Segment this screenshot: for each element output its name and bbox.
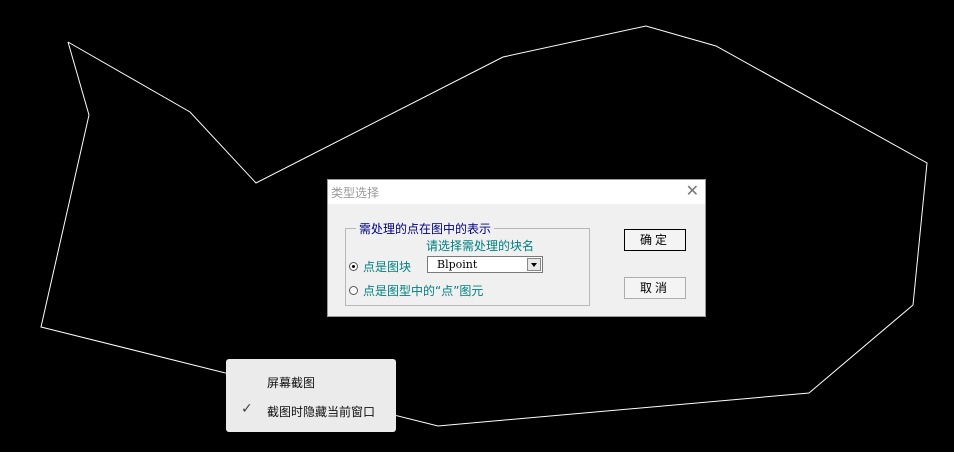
- dialog-title: 类型选择: [331, 186, 380, 200]
- checkmark-icon: ✓: [241, 401, 253, 417]
- radio-unchecked-icon[interactable]: [349, 286, 358, 295]
- radio-point-is-block[interactable]: 点是图块: [349, 258, 411, 275]
- block-name-hint: 请选择需处理的块名: [426, 239, 535, 253]
- group-title: 需处理的点在图中的表示: [356, 220, 495, 237]
- menu-item-screenshot[interactable]: 屏幕截图: [267, 374, 315, 391]
- dropdown-arrow-icon[interactable]: [527, 258, 541, 271]
- point-representation-group: 需处理的点在图中的表示 请选择需处理的块名 点是图块 Blpoint 点是图型中…: [345, 220, 590, 306]
- radio-block-label: 点是图块: [363, 260, 412, 274]
- block-name-select[interactable]: Blpoint: [427, 256, 543, 273]
- cancel-button[interactable]: 取消: [624, 277, 686, 299]
- ok-button[interactable]: 确定: [624, 229, 686, 251]
- radio-checked-icon[interactable]: [349, 262, 358, 271]
- dialog-titlebar[interactable]: 类型选择 ✕: [328, 180, 705, 204]
- block-name-value: Blpoint: [437, 258, 478, 271]
- menu-item-hide-window[interactable]: 截图时隐藏当前窗口: [267, 403, 375, 420]
- screenshot-context-menu: 屏幕截图 ✓ 截图时隐藏当前窗口: [226, 359, 396, 432]
- radio-point-label: 点是图型中的“点”图元: [363, 284, 484, 298]
- close-icon[interactable]: ✕: [686, 182, 699, 200]
- radio-point-is-point-entity[interactable]: 点是图型中的“点”图元: [349, 282, 483, 299]
- type-select-dialog: 类型选择 ✕ 需处理的点在图中的表示 请选择需处理的块名 点是图块 Blpoin…: [327, 179, 706, 317]
